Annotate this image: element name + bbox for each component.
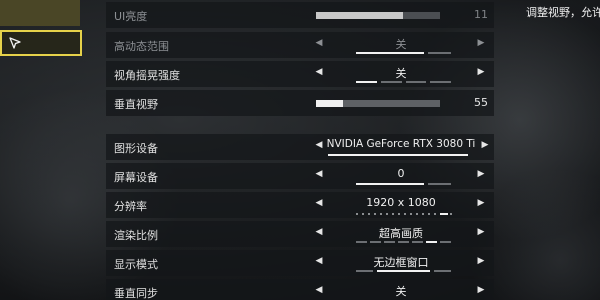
arrow-left-icon[interactable]: ◀ <box>314 67 324 77</box>
option-indicator <box>356 183 451 186</box>
setting-label: 屏幕设备 <box>114 171 158 184</box>
option-indicator <box>356 52 451 55</box>
option-indicator <box>328 154 468 157</box>
arrow-left-icon[interactable]: ◀ <box>314 38 324 48</box>
option-indicator <box>356 241 451 244</box>
setting-row-ui-brightness[interactable]: UI亮度 11 <box>106 2 494 28</box>
setting-label: 渲染比例 <box>114 229 158 242</box>
setting-row-camera-shake[interactable]: 视角摇晃强度 ◀ 关 ▶ <box>106 61 494 87</box>
setting-row-display-mode[interactable]: 显示模式 ◀ 无边框窗口 ▶ <box>106 250 494 276</box>
ui-brightness-slider[interactable] <box>316 12 440 19</box>
setting-row-hdr[interactable]: 高动态范围 ◀ 关 ▶ <box>106 32 494 58</box>
arrow-right-icon[interactable]: ▶ <box>476 256 486 266</box>
setting-label: 显示模式 <box>114 258 158 271</box>
setting-value: 关 <box>395 285 407 298</box>
setting-row-graphics-device[interactable]: 图形设备 ◀ NVIDIA GeForce RTX 3080 Ti ▶ <box>106 134 494 160</box>
setting-value: NVIDIA GeForce RTX 3080 Ti <box>326 138 476 150</box>
slider-value: 55 <box>474 96 488 109</box>
setting-label: 视角摇晃强度 <box>114 69 180 82</box>
setting-label: UI亮度 <box>114 10 148 23</box>
setting-value: 无边框窗口 <box>373 256 429 269</box>
option-indicator <box>354 213 454 215</box>
setting-value: 关 <box>395 38 407 51</box>
setting-value: 1920 x 1080 <box>366 196 436 209</box>
arrow-right-icon[interactable]: ▶ <box>476 67 486 77</box>
setting-label: 高动态范围 <box>114 40 169 53</box>
arrow-right-icon[interactable]: ▶ <box>476 198 486 208</box>
left-menu-item[interactable] <box>0 0 80 26</box>
fov-slider[interactable] <box>316 100 440 107</box>
slider-fill <box>316 12 403 19</box>
arrow-left-icon[interactable]: ◀ <box>314 256 324 266</box>
setting-label: 图形设备 <box>114 142 158 155</box>
hint-text: 调整视野，允许 <box>526 6 600 19</box>
arrow-right-icon[interactable]: ▶ <box>480 140 490 150</box>
option-indicator <box>356 270 452 273</box>
arrow-left-icon[interactable]: ◀ <box>314 198 324 208</box>
setting-label: 垂直视野 <box>114 98 158 111</box>
arrow-left-icon[interactable]: ◀ <box>314 227 324 237</box>
setting-value: 超高画质 <box>379 227 423 240</box>
arrow-left-icon[interactable]: ◀ <box>314 169 324 179</box>
slider-value: 11 <box>474 8 488 21</box>
setting-row-resolution[interactable]: 分辨率 ◀ 1920 x 1080 ▶ <box>106 192 494 218</box>
setting-label: 分辨率 <box>114 200 147 213</box>
arrow-right-icon[interactable]: ▶ <box>476 38 486 48</box>
setting-value: 关 <box>395 67 407 80</box>
arrow-right-icon[interactable]: ▶ <box>476 227 486 237</box>
setting-row-screen-device[interactable]: 屏幕设备 ◀ 0 ▶ <box>106 163 494 189</box>
setting-row-render-scale[interactable]: 渲染比例 ◀ 超高画质 ▶ <box>106 221 494 247</box>
left-menu-item-selected[interactable] <box>0 30 82 56</box>
setting-row-vsync[interactable]: 垂直同步 ◀ 关 ▶ <box>106 279 494 300</box>
arrow-left-icon[interactable]: ◀ <box>314 285 324 295</box>
setting-row-vertical-fov[interactable]: 垂直视野 55 <box>106 90 494 116</box>
cursor-icon <box>9 37 21 49</box>
setting-label: 垂直同步 <box>114 287 158 300</box>
slider-fill <box>316 100 344 107</box>
arrow-right-icon[interactable]: ▶ <box>476 169 486 179</box>
arrow-right-icon[interactable]: ▶ <box>476 285 486 295</box>
option-indicator <box>356 81 451 84</box>
setting-value: 0 <box>397 167 405 180</box>
